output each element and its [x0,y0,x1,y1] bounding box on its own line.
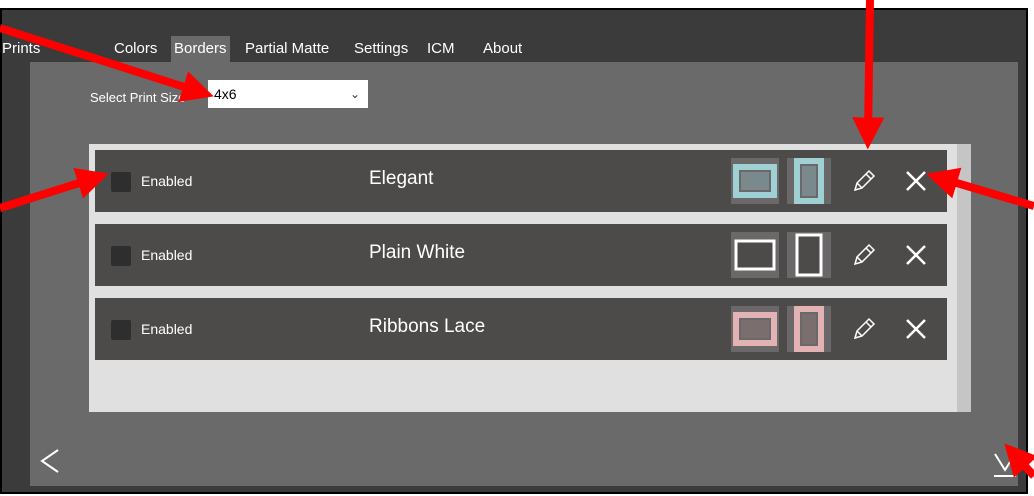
tab-about[interactable]: About [483,36,522,62]
portrait-preview [787,306,831,352]
portrait-frame-icon [794,158,824,204]
borders-panel: Select Print Size 4x6 ⌄ Enabled Elegant [30,62,1018,486]
edit-border-button[interactable] [847,238,881,272]
app-window: Prints Colors Borders Partial Matte Sett… [2,10,1026,492]
enabled-label: Enabled [141,247,193,263]
border-name: Ribbons Lace [369,316,486,337]
landscape-preview [731,306,779,352]
print-size-label: Select Print Size [90,90,186,105]
portrait-frame-icon [795,233,823,277]
landscape-frame-icon [734,239,776,271]
pencil-icon [853,317,876,340]
tab-borders[interactable]: Borders [171,36,230,62]
print-size-select[interactable]: 4x6 ⌄ [208,80,368,108]
enabled-label: Enabled [141,321,193,337]
tab-bar: Prints Colors Borders Partial Matte Sett… [2,36,1026,62]
back-button[interactable] [38,446,62,476]
tab-partial-matte[interactable]: Partial Matte [245,36,329,62]
portrait-preview [787,232,831,278]
download-icon [994,453,1016,477]
chevron-left-icon [40,449,59,473]
delete-border-button[interactable] [899,238,933,272]
delete-border-button[interactable] [899,312,933,346]
edit-border-button[interactable] [847,312,881,346]
close-icon [906,245,926,265]
portrait-preview [787,158,831,204]
enabled-checkbox[interactable] [111,320,131,340]
close-icon [906,171,926,191]
close-icon [906,319,926,339]
border-name: Plain White [369,242,466,263]
border-row-ribbons-lace: Enabled Ribbons Lace [95,298,947,360]
border-row-plain-white: Enabled Plain White [95,224,947,286]
landscape-frame-icon [733,312,777,346]
landscape-frame-icon [733,164,777,198]
portrait-frame-icon [794,306,824,352]
tab-prints[interactable]: Prints [2,36,40,62]
tab-icm[interactable]: ICM [427,36,455,62]
tab-settings[interactable]: Settings [354,36,408,62]
download-button[interactable] [990,450,1020,480]
border-row-elegant: Enabled Elegant [95,150,947,212]
border-list: Enabled Elegant Enabled Plain White Enab… [89,144,971,412]
app-window-frame: Prints Colors Borders Partial Matte Sett… [0,8,1028,494]
print-size-value: 4x6 [214,86,237,102]
pencil-icon [853,169,876,192]
edit-border-button[interactable] [847,164,881,198]
landscape-preview [731,158,779,204]
border-name: Elegant [369,168,434,189]
list-scrollbar[interactable] [957,144,971,412]
chevron-down-icon: ⌄ [349,87,360,101]
tab-colors[interactable]: Colors [114,36,157,62]
enabled-checkbox[interactable] [111,246,131,266]
pencil-icon [853,243,876,266]
enabled-checkbox[interactable] [111,172,131,192]
delete-border-button[interactable] [899,164,933,198]
enabled-label: Enabled [141,173,193,189]
landscape-preview [731,232,779,278]
